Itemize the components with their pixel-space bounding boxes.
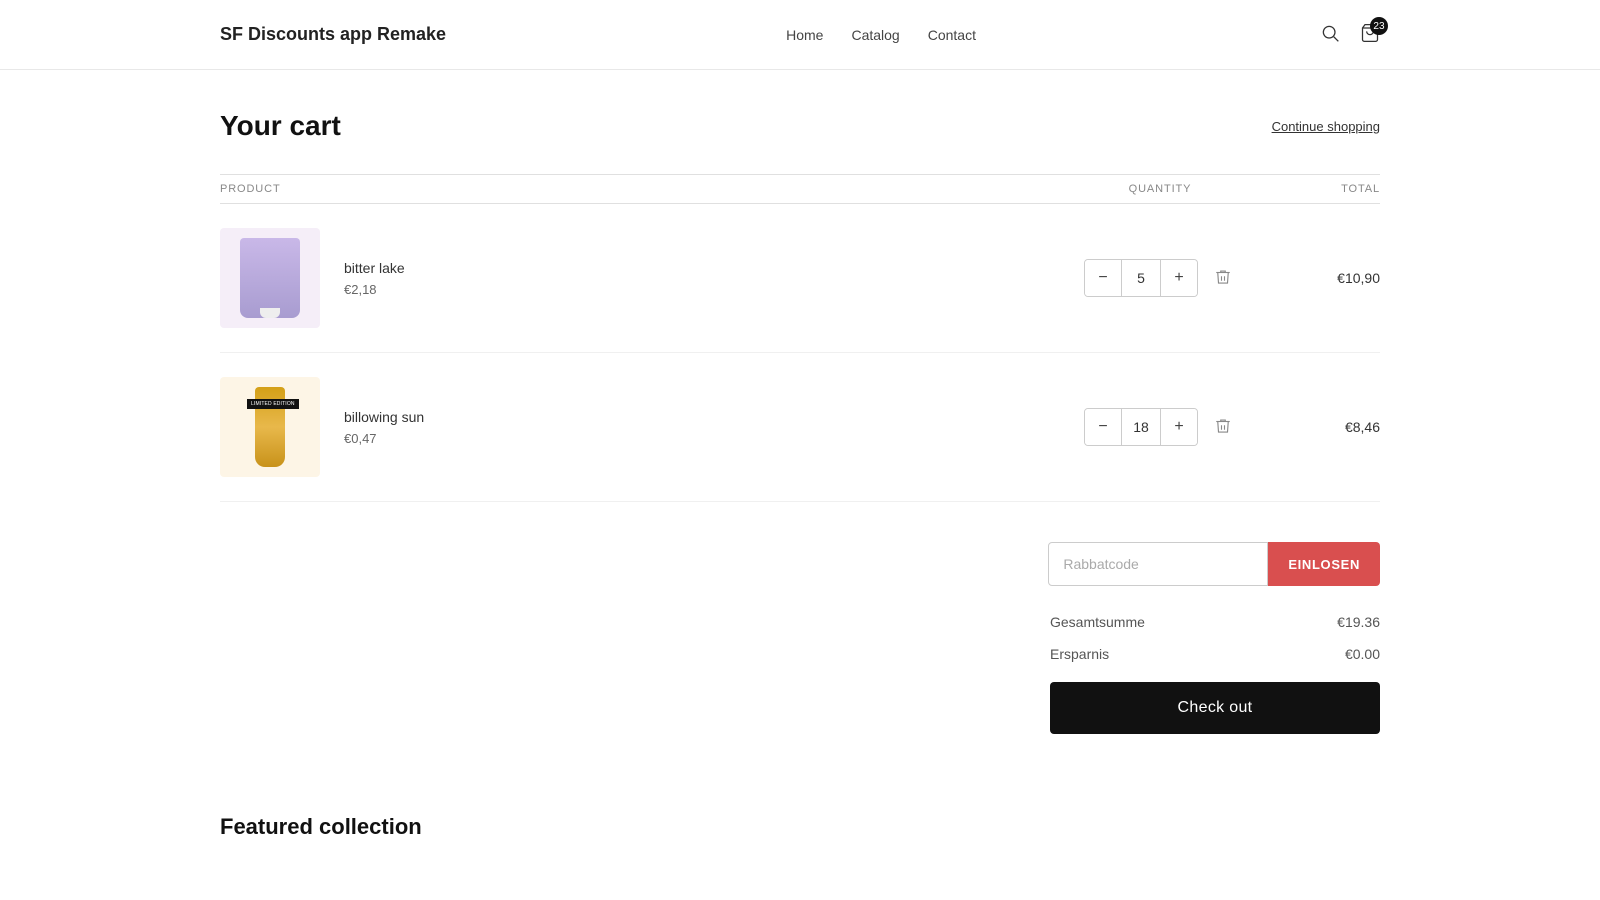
table-row: billowing sun €0,47 − 18 + €8,46 (220, 353, 1380, 502)
qty-decrease-button[interactable]: − (1085, 409, 1121, 445)
search-icon (1320, 23, 1340, 43)
discount-code-input[interactable] (1048, 542, 1268, 586)
quantity-control: − 18 + (1084, 408, 1198, 446)
item-total: €8,46 (1260, 419, 1380, 435)
trash-icon (1214, 417, 1232, 435)
continue-shopping-link[interactable]: Continue shopping (1272, 119, 1380, 134)
nav-catalog[interactable]: Catalog (851, 27, 899, 43)
qty-increase-button[interactable]: + (1161, 409, 1197, 445)
col-total-header: TOTAL (1260, 183, 1380, 195)
main-content: Your cart Continue shopping PRODUCT QUAN… (0, 70, 1600, 774)
nav-contact[interactable]: Contact (928, 27, 976, 43)
cart-badge: 23 (1370, 17, 1388, 35)
discount-row: EINLOSEN (1048, 542, 1380, 586)
qty-increase-button[interactable]: + (1161, 260, 1197, 296)
delete-item-button[interactable] (1210, 413, 1236, 442)
col-quantity-cell: − 18 + (1060, 408, 1260, 446)
featured-section: Featured collection (0, 774, 1600, 880)
item-image-bitter-lake (220, 228, 320, 328)
item-price: €2,18 (344, 282, 1060, 297)
item-image-billowing-sun (220, 377, 320, 477)
delete-item-button[interactable] (1210, 264, 1236, 293)
qty-value: 5 (1121, 260, 1161, 296)
table-header: PRODUCT QUANTITY TOTAL (220, 174, 1380, 204)
summary-section: EINLOSEN Gesamtsumme €19.36 Ersparnis €0… (220, 542, 1380, 734)
item-info-bitter-lake: bitter lake €2,18 (344, 260, 1060, 297)
ersparnis-label: Ersparnis (1050, 646, 1109, 662)
cart-header-row: Your cart Continue shopping (220, 110, 1380, 142)
billowing-sun-product-img (255, 387, 285, 467)
totals-section: Gesamtsumme €19.36 Ersparnis €0.00 Check… (1050, 606, 1380, 734)
discount-apply-button[interactable]: EINLOSEN (1268, 542, 1380, 586)
ersparnis-row: Ersparnis €0.00 (1050, 638, 1380, 670)
ersparnis-value: €0.00 (1345, 646, 1380, 662)
quantity-control: − 5 + (1084, 259, 1198, 297)
col-quantity-cell: − 5 + (1060, 259, 1260, 297)
site-logo[interactable]: SF Discounts app Remake (220, 24, 446, 45)
trash-icon (1214, 268, 1232, 286)
main-nav: Home Catalog Contact (786, 27, 976, 43)
item-price: €0,47 (344, 431, 1060, 446)
col-quantity-header: QUANTITY (1060, 183, 1260, 195)
cart-button[interactable]: 23 (1360, 23, 1380, 46)
table-row: bitter lake €2,18 − 5 + €10,90 (220, 204, 1380, 353)
gesamtsumme-value: €19.36 (1337, 614, 1380, 630)
bitter-lake-product-img (240, 238, 300, 318)
item-total: €10,90 (1260, 270, 1380, 286)
checkout-button[interactable]: Check out (1050, 682, 1380, 734)
search-button[interactable] (1316, 19, 1344, 50)
qty-value: 18 (1121, 409, 1161, 445)
item-name: billowing sun (344, 409, 1060, 425)
nav-home[interactable]: Home (786, 27, 823, 43)
item-info-billowing-sun: billowing sun €0,47 (344, 409, 1060, 446)
header-icons: 23 (1316, 19, 1380, 50)
col-product-header: PRODUCT (220, 183, 1060, 195)
cart-title: Your cart (220, 110, 341, 142)
item-name: bitter lake (344, 260, 1060, 276)
gesamtsumme-row: Gesamtsumme €19.36 (1050, 606, 1380, 638)
gesamtsumme-label: Gesamtsumme (1050, 614, 1145, 630)
qty-decrease-button[interactable]: − (1085, 260, 1121, 296)
header: SF Discounts app Remake Home Catalog Con… (0, 0, 1600, 70)
featured-title: Featured collection (220, 814, 1380, 840)
